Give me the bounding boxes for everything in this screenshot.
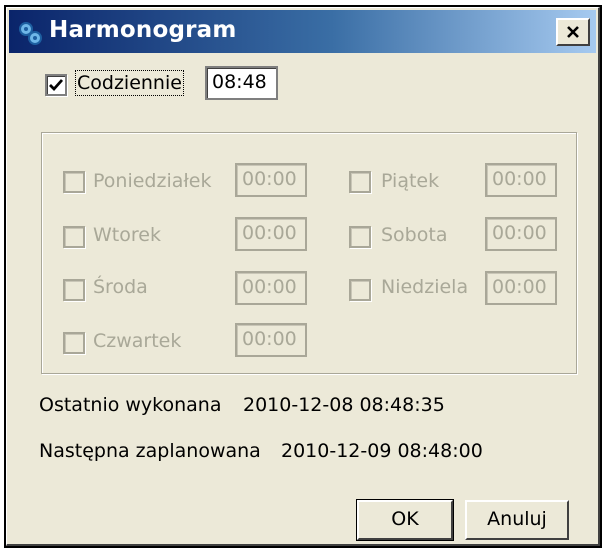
title-bar[interactable]: Harmonogram — [9, 10, 596, 53]
ok-button[interactable]: OK — [356, 499, 454, 541]
close-button[interactable] — [556, 18, 590, 46]
friday-checkbox[interactable] — [349, 171, 371, 193]
close-icon — [567, 26, 579, 38]
monday-time-field[interactable]: 00:00 — [235, 163, 307, 197]
tuesday-label: Wtorek — [93, 224, 161, 246]
wednesday-label: Środa — [93, 276, 148, 298]
wednesday-time-field[interactable]: 00:00 — [235, 271, 307, 305]
gears-icon — [19, 22, 42, 45]
saturday-checkbox[interactable] — [349, 226, 371, 248]
last-run-label: Ostatnio wykonana — [39, 394, 222, 416]
window-title: Harmonogram — [49, 17, 237, 43]
checkmark-icon — [49, 79, 64, 92]
thursday-checkbox[interactable] — [63, 332, 85, 354]
thursday-time-field[interactable]: 00:00 — [235, 323, 307, 357]
thursday-label: Czwartek — [93, 330, 182, 352]
sunday-label: Niedziela — [381, 276, 469, 298]
daily-label[interactable]: Codziennie — [75, 70, 184, 96]
schedule-dialog: Harmonogram Codziennie 08:48 Poniedziałe… — [6, 7, 600, 546]
monday-label: Poniedziałek — [93, 170, 212, 192]
friday-label: Piątek — [381, 170, 440, 192]
sunday-time-field[interactable]: 00:00 — [485, 271, 557, 305]
saturday-label: Sobota — [381, 224, 448, 246]
sunday-checkbox[interactable] — [349, 279, 371, 301]
tuesday-time-field[interactable]: 00:00 — [235, 217, 307, 251]
daily-checkbox[interactable] — [45, 74, 67, 96]
next-run-label: Następna zaplanowana — [39, 440, 261, 462]
next-run-value: 2010-12-09 08:48:00 — [281, 440, 483, 462]
monday-checkbox[interactable] — [63, 171, 85, 193]
daily-time-field[interactable]: 08:48 — [205, 66, 278, 100]
friday-time-field[interactable]: 00:00 — [485, 163, 557, 197]
wednesday-checkbox[interactable] — [63, 279, 85, 301]
tuesday-checkbox[interactable] — [63, 226, 85, 248]
cancel-button[interactable]: Anuluj — [465, 500, 569, 540]
saturday-time-field[interactable]: 00:00 — [485, 217, 557, 251]
last-run-value: 2010-12-08 08:48:35 — [243, 394, 445, 416]
